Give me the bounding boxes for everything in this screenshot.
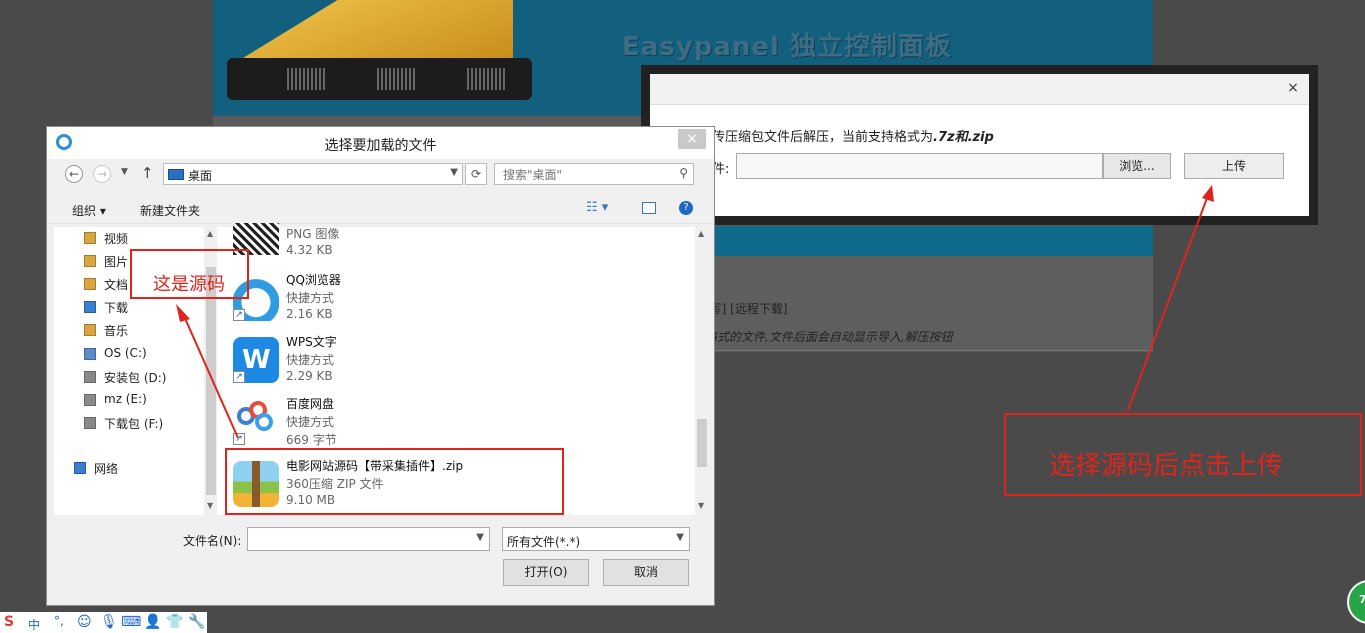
arrow-to-upload	[1127, 185, 1214, 411]
ime-language-toggle[interactable]: 中	[28, 616, 40, 633]
keyboard-icon[interactable]: ⌨	[121, 614, 141, 630]
skin-icon[interactable]: 👕	[166, 614, 183, 630]
microphone-icon[interactable]: 🎙	[100, 614, 118, 630]
arrow-to-source	[176, 304, 239, 439]
ime-toolbar: S 中 °, ☺ 🎙 ⌨ 👤 👕 🔧	[0, 612, 207, 633]
wrench-icon[interactable]: 🔧	[188, 614, 205, 630]
user-icon[interactable]: 👤	[144, 614, 161, 630]
ime-punctuation-toggle[interactable]: °,	[54, 614, 64, 628]
sogou-logo-icon[interactable]: S	[4, 614, 14, 630]
annotation-arrows	[176, 185, 1214, 439]
emoji-icon[interactable]: ☺	[77, 614, 92, 630]
